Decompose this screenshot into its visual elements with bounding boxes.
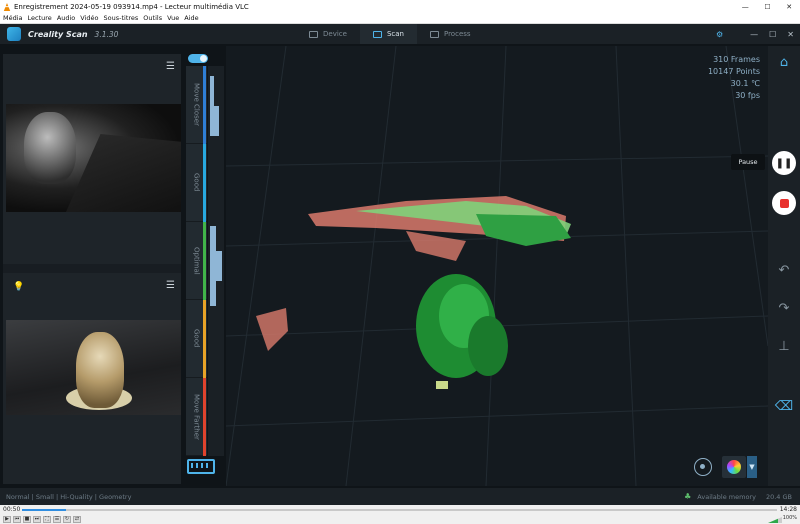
app-close-button[interactable]: ✕ [787,30,794,39]
color-camera-feed [6,320,181,415]
memory-value: 20.4 GB [765,492,792,501]
tree-icon: ♣ [684,492,692,501]
ir-camera-panel: ☰ [3,54,181,264]
app-name: Creality Scan [28,29,88,39]
play-icon[interactable]: ▶ [3,516,11,523]
distance-zone-color [203,378,206,456]
distance-zone-label: Good [192,329,201,348]
color-mode-icon[interactable] [722,456,746,478]
fullscreen-icon[interactable]: ⛶ [43,516,51,523]
app-minimize-button[interactable]: — [750,30,758,39]
menu-tools[interactable]: Outils [143,14,162,22]
maximize-button[interactable]: ☐ [764,3,770,11]
distance-histogram [208,66,224,456]
distance-zone-color [203,66,206,144]
chevron-down-icon[interactable]: ▼ [747,456,757,478]
app-maximize-button[interactable]: ☐ [769,30,776,39]
screen: Enregistrement 2024-05-19 093914.mp4 - L… [0,0,800,524]
vlc-title-bar: Enregistrement 2024-05-19 093914.mp4 - L… [0,0,800,13]
tab-scan[interactable]: Scan [359,24,417,44]
focus-target-icon[interactable] [694,458,712,476]
distance-zone-color [203,144,206,222]
menu-lecture[interactable]: Lecture [28,14,52,22]
main-tabs: Device Scan Process [296,24,484,44]
menu-view[interactable]: Vue [167,14,179,22]
color-camera-panel: 💡 ☰ [3,273,181,484]
tab-process[interactable]: Process [417,24,484,44]
stop-button[interactable] [772,191,796,215]
close-button[interactable]: ✕ [786,3,792,11]
total-time: 14:28 [779,506,797,513]
loop-icon[interactable]: ↻ [63,516,71,523]
owl-figurine-gray [24,112,76,184]
volume-slider[interactable] [768,517,782,523]
app-header: Creality Scan 3.1.30 Device Scan Process… [0,24,800,44]
minimize-button[interactable]: — [742,3,749,11]
device-icon [309,30,318,38]
scan-tools: ⌂ ❚❚ ↶ ↷ ⊥ ⌫ [768,46,800,486]
window-controls: — ☐ ✕ [734,3,800,11]
light-bulb-icon[interactable]: 💡 [13,282,24,292]
elapsed-time: 00:50 [3,506,21,513]
undo-icon[interactable]: ↶ [772,258,796,282]
app-window-controls: ⚙ — ☐ ✕ [705,24,800,44]
menu-help[interactable]: Aide [184,14,198,22]
menu-audio[interactable]: Audio [57,14,75,22]
ruler-icon[interactable] [187,459,215,474]
scan-viewport[interactable]: 310 Frames 10147 Points 30.1 ℃ 30 fps ▼ [226,46,768,486]
playback-buttons: ▶ ⏮ ■ ⏭ ⛶ ☰ ↻ ⇄ [3,516,83,523]
camera-panels: ☰ 💡 ☰ [3,54,181,484]
distance-zone-label: Move Closer [192,83,201,126]
creality-logo-icon [7,27,21,41]
shuffle-icon[interactable]: ⇄ [73,516,81,523]
vlc-menu-bar: Média Lecture Audio Vidéo Sous-titres Ou… [0,13,800,24]
app-version: 3.1.30 [94,29,119,39]
stop-icon[interactable]: ■ [23,516,31,523]
scan-modes: Normal | Small | Hi-Quality | Geometry [6,492,132,501]
temperature: 30.1 ℃ [730,79,760,88]
eraser-icon[interactable]: ⌫ [772,394,796,418]
distance-zone-label: Move Farther [192,393,201,440]
volume-percent: 100% [782,515,797,521]
pause-button[interactable]: ❚❚ [772,151,796,175]
distance-zone-label: Optimal [192,246,201,275]
process-icon [429,30,439,38]
distance-zone-color [203,300,206,378]
frames-count: 310 Frames [713,55,760,64]
ir-camera-feed [6,104,181,212]
fps: 30 fps [735,91,760,100]
hamburger-menu-icon[interactable]: ☰ [166,61,175,72]
redo-icon[interactable]: ↷ [772,296,796,320]
distance-indicator: Move Closer Good Optimal Good Move Farther [186,54,224,474]
memory-status: ♣ Available memory 20.4 GB [684,492,792,501]
vlc-cone-icon [3,2,11,11]
stamp-icon[interactable]: ⊥ [772,334,796,358]
status-bar: Normal | Small | Hi-Quality | Geometry ♣… [0,488,800,505]
distance-zone-color [203,222,206,300]
distance-toggle[interactable] [188,54,208,63]
window-title: Enregistrement 2024-05-19 093914.mp4 - L… [14,2,249,11]
seek-bar[interactable] [22,509,777,511]
seek-progress [22,509,66,511]
distance-zone-label: Good [192,173,201,192]
tab-device[interactable]: Device [296,24,360,44]
points-count: 10147 Points [707,67,760,76]
playlist-icon[interactable]: ☰ [53,516,61,523]
scan-stats: 310 Frames 10147 Points 30.1 ℃ 30 fps [708,54,760,102]
home-icon[interactable]: ⌂ [772,50,796,74]
vlc-player-controls: 00:50 14:28 ▶ ⏮ ■ ⏭ ⛶ ☰ ↻ ⇄ 100% [0,505,800,524]
menu-subtitles[interactable]: Sous-titres [104,14,139,22]
menu-video[interactable]: Vidéo [80,14,98,22]
settings-gear-icon[interactable]: ⚙ [716,30,723,39]
next-icon[interactable]: ⏭ [33,516,41,523]
point-cloud [256,196,571,389]
owl-figurine-color [76,332,124,408]
pause-tooltip: Pause [731,154,765,170]
hamburger-menu-icon[interactable]: ☰ [166,280,175,291]
menu-media[interactable]: Média [3,14,23,22]
scan-icon [372,30,382,38]
memory-label: Available memory [697,492,756,501]
point-cloud-view [226,46,768,486]
previous-icon[interactable]: ⏮ [13,516,21,523]
